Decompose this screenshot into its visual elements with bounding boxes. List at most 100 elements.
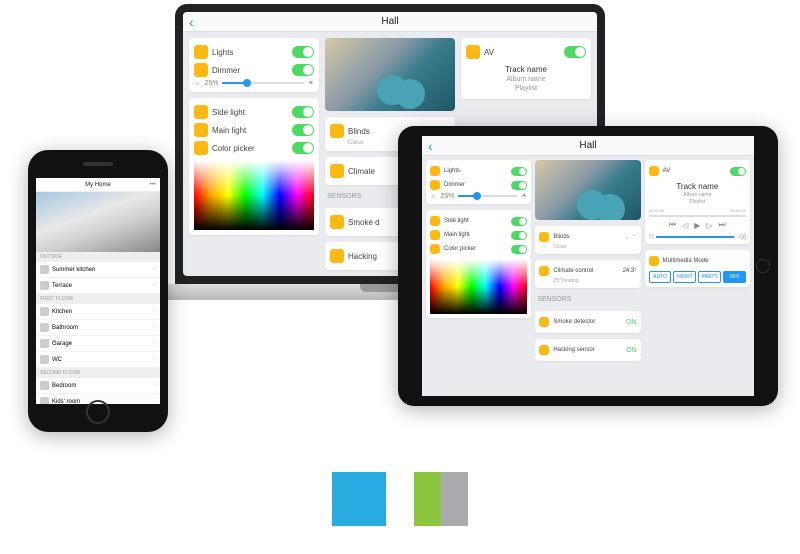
blinds-icon xyxy=(330,124,344,138)
android-badge xyxy=(414,472,468,526)
room-photo xyxy=(535,160,640,220)
climate-mode: heating xyxy=(562,278,578,284)
vol-high-icon: ◁)) xyxy=(737,233,746,240)
mode-off[interactable]: OFF xyxy=(723,271,746,283)
dimmer-slider[interactable]: ☼25%☀ xyxy=(430,192,527,200)
next-icon[interactable]: ⏭ xyxy=(719,220,726,230)
main-icon xyxy=(194,123,208,137)
hack-icon xyxy=(330,249,344,263)
room-label: Kitchen xyxy=(52,309,72,315)
phone-app: My Home ••• Outside Summer kitchen › Terra… xyxy=(36,178,160,404)
hack-icon xyxy=(539,345,549,355)
section-second-floor: Second floor xyxy=(36,368,160,378)
dimmer-slider[interactable]: ☼25%☀ xyxy=(194,79,314,87)
room-item[interactable]: WC › xyxy=(36,352,160,368)
picker-icon xyxy=(194,141,208,155)
room-item[interactable]: Bathroom› xyxy=(36,320,160,336)
room-icon xyxy=(40,307,49,316)
mode-night[interactable]: NIGHT xyxy=(673,271,696,283)
climate-icon xyxy=(330,164,344,178)
chevron-right-icon: › xyxy=(154,308,156,315)
blinds-icon xyxy=(539,232,549,242)
smoke-icon xyxy=(539,317,549,327)
picker-toggle[interactable] xyxy=(511,245,527,254)
room-label: Bathroom xyxy=(52,325,78,331)
lights-toggle[interactable] xyxy=(292,46,314,58)
room-item[interactable]: Bedroom› xyxy=(36,378,160,394)
side-toggle[interactable] xyxy=(511,217,527,226)
av-label: AV xyxy=(663,168,671,174)
main-label: Main light xyxy=(212,126,246,135)
main-toggle[interactable] xyxy=(511,231,527,240)
color-picker[interactable] xyxy=(194,160,314,230)
play-icon[interactable]: ▶ xyxy=(694,221,700,230)
room-label: Kids' room xyxy=(52,399,80,405)
more-icon[interactable]: ••• xyxy=(150,182,156,188)
room-item[interactable]: Summer kitchen › xyxy=(36,262,160,278)
mode-party[interactable]: PARTY xyxy=(698,271,721,283)
back-icon[interactable]: ‹ xyxy=(189,14,194,30)
home-photo xyxy=(36,192,160,252)
volume-slider[interactable]: ◁◁)) xyxy=(649,233,746,240)
picker-icon xyxy=(430,244,440,254)
tablet-title: Hall xyxy=(579,140,596,151)
blinds-label: Blinds xyxy=(348,127,370,136)
section-outside: Outside xyxy=(36,252,160,262)
dimmer-value: 25% xyxy=(204,80,218,87)
smoke-icon xyxy=(330,215,344,229)
color-picker[interactable] xyxy=(430,259,527,314)
chevron-right-icon: › xyxy=(154,340,156,347)
dimmer-toggle[interactable] xyxy=(292,64,314,76)
app-header: ‹ Hall xyxy=(183,12,597,32)
track-name: Track name xyxy=(466,65,586,75)
dimmer-label: Dimmer xyxy=(444,182,465,188)
av-icon xyxy=(649,166,659,176)
lights-toggle[interactable] xyxy=(511,167,527,176)
platform-badges xyxy=(332,472,468,526)
windows-badge xyxy=(332,472,386,526)
dimmer-icon xyxy=(430,180,440,190)
phone-title: My Home xyxy=(85,182,111,188)
hack-status: ON xyxy=(626,347,637,354)
room-icon xyxy=(40,323,49,332)
climate-temp: 24.3° xyxy=(623,268,637,274)
forward-icon[interactable]: ▷ xyxy=(706,221,712,230)
chevron-right-icon: › xyxy=(154,282,156,289)
av-toggle[interactable] xyxy=(730,167,746,176)
room-icon xyxy=(40,381,49,390)
picker-toggle[interactable] xyxy=(292,142,314,154)
mode-auto[interactable]: AUTO xyxy=(649,271,672,283)
back-icon[interactable]: ‹ xyxy=(428,138,433,154)
album-name: Album name xyxy=(466,75,586,84)
av-card: AV Track name Album name Playlist xyxy=(461,38,591,99)
rewind-icon[interactable]: ◁ xyxy=(682,221,688,230)
lights-card: Lights Dimmer ☼25%☀ xyxy=(189,38,319,92)
light-icon xyxy=(430,166,440,176)
prev-icon[interactable]: ⏮ xyxy=(669,220,676,230)
dimmer-value: 25% xyxy=(440,193,454,200)
room-icon xyxy=(40,355,49,364)
playlist-name: Playlist xyxy=(649,199,746,206)
chevron-right-icon: › xyxy=(154,266,156,273)
room-item[interactable]: Garage› xyxy=(36,336,160,352)
room-item[interactable]: Terrace › xyxy=(36,278,160,294)
room-item[interactable]: Kitchen › xyxy=(36,304,160,320)
room-label: WC xyxy=(52,357,62,363)
blinds-state: Close xyxy=(553,244,636,250)
tablet-device: ‹Hall Lights Dimmer ☼25%☀ Side light Mai… xyxy=(398,126,778,406)
dimmer-toggle[interactable] xyxy=(511,181,527,190)
room-photo xyxy=(325,38,455,111)
dimmer-icon xyxy=(194,63,208,77)
chevron-right-icon: › xyxy=(154,398,156,404)
hack-label: Hacking sensor xyxy=(553,347,594,353)
progress-bar[interactable] xyxy=(649,215,746,217)
chevron-right-icon: › xyxy=(154,356,156,363)
main-toggle[interactable] xyxy=(292,124,314,136)
av-toggle[interactable] xyxy=(564,46,586,58)
room-item[interactable]: Kids' room › xyxy=(36,394,160,404)
climate-label: Climate xyxy=(348,167,375,176)
side-label: Side light xyxy=(444,218,469,224)
room-label: Summer kitchen xyxy=(52,267,95,273)
side-toggle[interactable] xyxy=(292,106,314,118)
room-label: Terrace xyxy=(52,283,72,289)
